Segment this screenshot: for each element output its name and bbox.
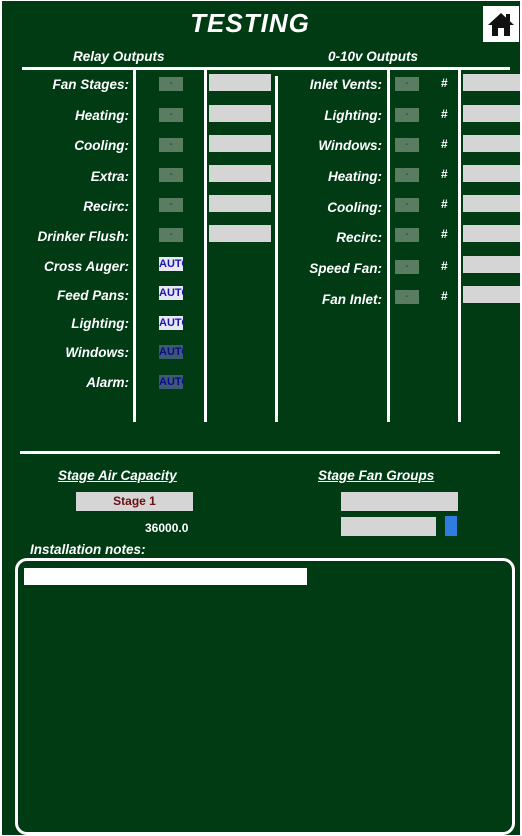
relay-label-cooling: Cooling: bbox=[74, 138, 129, 153]
analog-label-lighting: Lighting: bbox=[324, 108, 382, 123]
analog-hash-fan-inlet: # bbox=[441, 289, 448, 303]
air-capacity-value: 36000.0 bbox=[145, 521, 189, 535]
analog-hash-recirc: # bbox=[441, 227, 448, 241]
relay-state-feed-pans[interactable]: AUTO bbox=[159, 286, 183, 300]
analog-label-inlet-vents: Inlet Vents: bbox=[309, 77, 382, 92]
stage-air-capacity-heading: Stage Air Capacity bbox=[58, 468, 177, 483]
relay-state-extra[interactable]: - bbox=[159, 168, 183, 182]
relay-outputs-heading: Relay Outputs bbox=[73, 49, 165, 64]
analog-column-divider-1 bbox=[387, 70, 390, 422]
relay-label-lighting: Lighting: bbox=[71, 316, 129, 331]
relay-state-alarm[interactable]: AUTO bbox=[159, 375, 183, 389]
home-icon bbox=[488, 13, 514, 36]
relay-value-fan-stages bbox=[209, 74, 271, 91]
analog-state-speed-fan[interactable]: - bbox=[395, 260, 419, 274]
relay-column-divider-2 bbox=[204, 70, 207, 422]
analog-state-windows[interactable]: - bbox=[395, 138, 419, 152]
stage-selector-button[interactable]: Stage 1 bbox=[76, 492, 193, 511]
page-title: TESTING bbox=[190, 8, 310, 38]
analog-state-lighting[interactable]: - bbox=[395, 108, 419, 122]
analog-column-divider-2 bbox=[458, 70, 461, 422]
relay-label-extra: Extra: bbox=[90, 169, 129, 184]
analog-state-inlet-vents[interactable]: - bbox=[395, 77, 419, 91]
relay-label-drinker-flush: Drinker Flush: bbox=[37, 229, 129, 244]
relay-value-recirc bbox=[209, 195, 271, 212]
section-divider bbox=[275, 76, 278, 422]
relay-label-windows: Windows: bbox=[65, 345, 129, 360]
relay-label-alarm: Alarm: bbox=[86, 375, 129, 390]
analog-hash-windows: # bbox=[441, 137, 448, 151]
relay-value-cooling bbox=[209, 135, 271, 152]
relay-state-cooling[interactable]: - bbox=[159, 138, 183, 152]
analog-hash-lighting: # bbox=[441, 107, 448, 121]
relay-label-feed-pans: Feed Pans: bbox=[56, 288, 129, 303]
relay-value-heating bbox=[209, 105, 271, 122]
fan-groups-field-2[interactable] bbox=[341, 517, 436, 536]
analog-label-cooling: Cooling: bbox=[327, 200, 382, 215]
analog-label-fan-inlet: Fan Inlet: bbox=[322, 292, 382, 307]
analog-value-speed-fan bbox=[463, 256, 520, 273]
installation-notes-input[interactable] bbox=[24, 568, 307, 585]
relay-state-cross-auger[interactable]: AUTO bbox=[159, 257, 183, 271]
home-button[interactable] bbox=[483, 6, 519, 42]
analog-label-windows: Windows: bbox=[318, 138, 382, 153]
analog-value-fan-inlet bbox=[463, 286, 520, 303]
relay-value-drinker-flush bbox=[209, 225, 271, 242]
relay-state-lighting[interactable]: AUTO bbox=[159, 316, 183, 330]
relay-label-fan-stages: Fan Stages: bbox=[52, 77, 129, 92]
analog-value-lighting bbox=[463, 105, 520, 122]
analog-label-heating: Heating: bbox=[328, 169, 382, 184]
analog-state-recirc[interactable]: - bbox=[395, 228, 419, 242]
analog-state-fan-inlet[interactable]: - bbox=[395, 290, 419, 304]
relay-value-extra bbox=[209, 165, 271, 182]
analog-outputs-heading: 0-10v Outputs bbox=[328, 49, 419, 64]
stage-fan-groups-heading: Stage Fan Groups bbox=[318, 468, 435, 483]
analog-state-heating[interactable]: - bbox=[395, 168, 419, 182]
analog-label-recirc: Recirc: bbox=[336, 230, 382, 245]
analog-hash-inlet-vents: # bbox=[441, 76, 448, 90]
relay-state-windows[interactable]: AUTO bbox=[159, 345, 183, 359]
top-divider bbox=[22, 67, 510, 70]
analog-state-cooling[interactable]: - bbox=[395, 198, 419, 212]
middle-divider bbox=[20, 451, 500, 454]
relay-column-divider-1 bbox=[133, 70, 136, 422]
testing-screen: TESTING Relay Outputs 0-10v Outputs Fan … bbox=[2, 1, 520, 835]
analog-value-windows bbox=[463, 135, 520, 152]
relay-label-heating: Heating: bbox=[75, 108, 129, 123]
analog-hash-cooling: # bbox=[441, 197, 448, 211]
fan-groups-scroll-button[interactable] bbox=[445, 516, 457, 536]
fan-groups-field-1[interactable] bbox=[341, 492, 458, 511]
analog-hash-speed-fan: # bbox=[441, 259, 448, 273]
analog-label-speed-fan: Speed Fan: bbox=[309, 261, 382, 276]
relay-label-recirc: Recirc: bbox=[83, 199, 129, 214]
analog-value-cooling bbox=[463, 195, 520, 212]
analog-value-inlet-vents bbox=[463, 74, 520, 91]
relay-label-cross-auger: Cross Auger: bbox=[43, 259, 129, 274]
installation-notes-area[interactable] bbox=[15, 558, 515, 835]
installation-notes-label: Installation notes: bbox=[30, 542, 146, 557]
relay-state-fan-stages[interactable]: - bbox=[159, 77, 183, 91]
analog-value-recirc bbox=[463, 225, 520, 242]
analog-value-heating bbox=[463, 165, 520, 182]
relay-state-heating[interactable]: - bbox=[159, 108, 183, 122]
analog-hash-heating: # bbox=[441, 167, 448, 181]
relay-state-recirc[interactable]: - bbox=[159, 198, 183, 212]
relay-state-drinker-flush[interactable]: - bbox=[159, 228, 183, 242]
